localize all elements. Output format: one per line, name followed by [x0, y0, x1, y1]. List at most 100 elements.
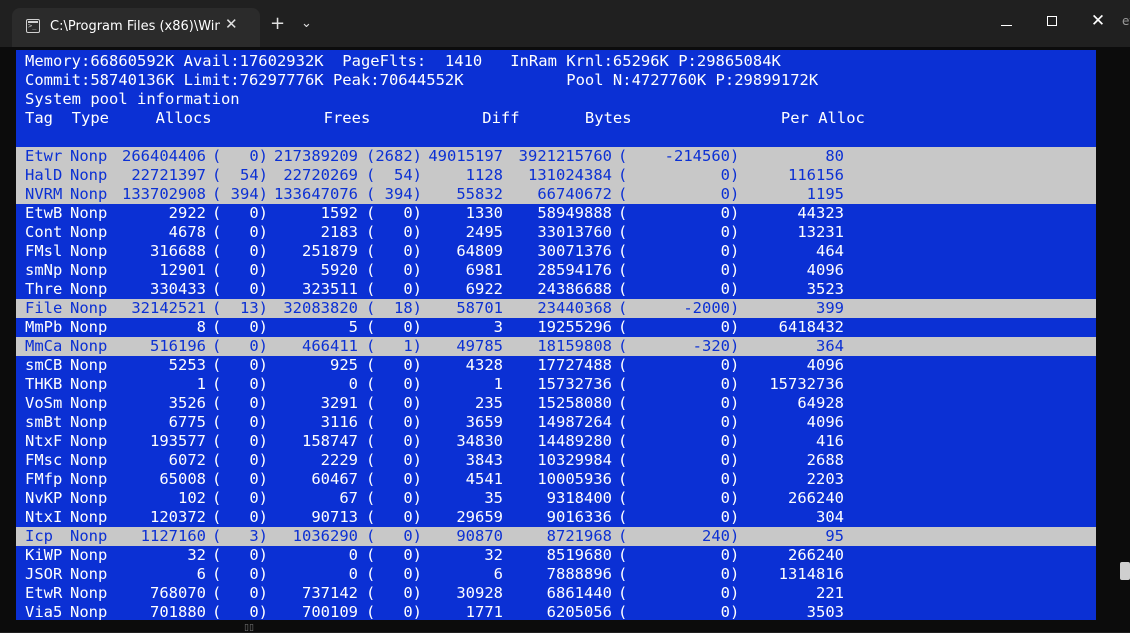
frees-delta: ( 18) — [366, 299, 422, 317]
table-row: HalD Nonp 22721397 ( 54) 22720269 ( 54) 1128 13… — [16, 166, 1096, 185]
per-alloc-value: 1314816 — [778, 565, 844, 583]
pool-type: Nonp — [70, 337, 108, 355]
pool-tag: Cont — [25, 223, 63, 241]
bytes-value: 30071376 — [537, 242, 612, 260]
frees-value: 925 — [330, 356, 358, 374]
maximize-icon — [1047, 16, 1057, 26]
bytes-delta: ( -320) — [618, 337, 740, 355]
pool-type: Nonp — [70, 318, 108, 336]
per-alloc-value: 1195 — [806, 185, 844, 203]
bytes-value: 28594176 — [537, 261, 612, 279]
frees-value: 3291 — [320, 394, 358, 412]
allocs-delta: ( 0) — [212, 470, 268, 488]
bytes-value: 9016336 — [546, 508, 612, 526]
frees-delta: ( 0) — [366, 565, 422, 583]
table-row: FMfp Nonp 65008 ( 0) 60467 ( 0) 4541 10005936 ( … — [16, 470, 1096, 489]
pool-type: Nonp — [70, 223, 108, 241]
frees-value: 3116 — [320, 413, 358, 431]
per-alloc-value: 80 — [825, 147, 844, 165]
per-alloc-value: 4096 — [806, 356, 844, 374]
frees-delta: ( 0) — [366, 470, 422, 488]
frees-value: 2229 — [320, 451, 358, 469]
pool-tag: NtxF — [25, 432, 63, 450]
bytes-delta: ( 0) — [618, 375, 740, 393]
frees-value: 0 — [348, 546, 358, 564]
allocs-delta: ( 0) — [212, 413, 268, 431]
bytes-value: 17727488 — [537, 356, 612, 374]
per-alloc-value: 6418432 — [778, 318, 844, 336]
memory-summary-line: Memory:66860592K Avail:17602932K PageFlt… — [25, 52, 781, 70]
pool-tag: Via5 — [25, 603, 63, 620]
diff-value: 49015197 — [428, 147, 503, 165]
diff-value: 64809 — [456, 242, 503, 260]
maximize-button[interactable] — [1041, 12, 1063, 30]
bytes-value: 10329984 — [537, 451, 612, 469]
allocs-delta: ( 0) — [212, 584, 268, 602]
terminal-icon — [26, 19, 40, 33]
pool-tag: KiWP — [25, 546, 63, 564]
bytes-delta: ( 0) — [618, 584, 740, 602]
allocs-delta: ( 54) — [212, 166, 268, 184]
table-row: JSOR Nonp 6 ( 0) 0 ( 0) 6 7888896 ( 0) 1314816 — [16, 565, 1096, 584]
allocs-delta: ( 0) — [212, 546, 268, 564]
tab-terminal[interactable]: C:\Program Files (x86)\Windo ✕ — [12, 8, 260, 47]
table-row: NtxI Nonp 120372 ( 0) 90713 ( 0) 29659 9016336 (… — [16, 508, 1096, 527]
per-alloc-value: 116156 — [788, 166, 844, 184]
bytes-value: 24386688 — [537, 280, 612, 298]
bytes-delta: ( 0) — [618, 413, 740, 431]
bytes-value: 15732736 — [537, 375, 612, 393]
frees-value: 700109 — [302, 603, 358, 620]
table-row: EtwR Nonp 768070 ( 0) 737142 ( 0) 30928 6861440… — [16, 584, 1096, 603]
frees-value: 60467 — [311, 470, 358, 488]
allocs-value: 1 — [196, 375, 206, 393]
pool-tag: FMsl — [25, 242, 63, 260]
minimize-button[interactable] — [995, 12, 1017, 30]
diff-value: 6981 — [465, 261, 503, 279]
frees-value: 217389209 — [274, 147, 358, 165]
pool-tag: EtwB — [25, 204, 63, 222]
chevron-down-icon[interactable]: ⌄ — [301, 14, 312, 34]
close-button[interactable]: ✕ — [1087, 12, 1109, 30]
pool-tag: JSOR — [25, 565, 63, 583]
bytes-value: 8519680 — [546, 546, 612, 564]
console-output[interactable]: Memory:66860592K Avail:17602932K PageFlt… — [16, 50, 1096, 620]
bytes-value: 18159808 — [537, 337, 612, 355]
diff-value: 58701 — [456, 299, 503, 317]
pool-tag: NtxI — [25, 508, 63, 526]
new-tab-button[interactable]: + — [270, 14, 285, 34]
pool-type: Nonp — [70, 375, 108, 393]
frees-value: 32083820 — [283, 299, 358, 317]
frees-delta: ( 0) — [366, 584, 422, 602]
table-row: Icp Nonp 1127160 ( 3) 1036290 ( 0) 90870 87219… — [16, 527, 1096, 546]
diff-value: 1771 — [465, 603, 503, 620]
pool-type: Nonp — [70, 280, 108, 298]
allocs-value: 6775 — [168, 413, 206, 431]
pool-type: Nonp — [70, 394, 108, 412]
bytes-value: 6861440 — [546, 584, 612, 602]
frees-delta: ( 0) — [366, 356, 422, 374]
bytes-value: 66740672 — [537, 185, 612, 203]
pool-tag: Thre — [25, 280, 63, 298]
table-row: Thre Nonp 330433 ( 0) 323511 ( 0) 6922 24386688… — [16, 280, 1096, 299]
allocs-value: 2922 — [168, 204, 206, 222]
bytes-delta: ( 0) — [618, 508, 740, 526]
terminal-area[interactable]: Memory:66860592K Avail:17602932K PageFlt… — [0, 47, 1130, 632]
diff-value: 30928 — [456, 584, 503, 602]
pool-tag: MmCa — [25, 337, 63, 355]
bytes-delta: ( 0) — [618, 280, 740, 298]
tab-close-icon[interactable]: ✕ — [225, 16, 238, 32]
frees-delta: ( 0) — [366, 603, 422, 620]
bytes-delta: ( 0) — [618, 166, 740, 184]
diff-value: 1128 — [465, 166, 503, 184]
bytes-delta: ( 0) — [618, 223, 740, 241]
frees-value: 90713 — [311, 508, 358, 526]
scrollbar-thumb[interactable] — [1120, 562, 1130, 580]
diff-value: 55832 — [456, 185, 503, 203]
bytes-delta: ( 0) — [618, 261, 740, 279]
pool-tag: HalD — [25, 166, 63, 184]
diff-value: 235 — [475, 394, 503, 412]
per-alloc-value: 3523 — [806, 280, 844, 298]
bytes-delta: ( 0) — [618, 470, 740, 488]
allocs-delta: ( 0) — [212, 356, 268, 374]
per-alloc-value: 15732736 — [769, 375, 844, 393]
